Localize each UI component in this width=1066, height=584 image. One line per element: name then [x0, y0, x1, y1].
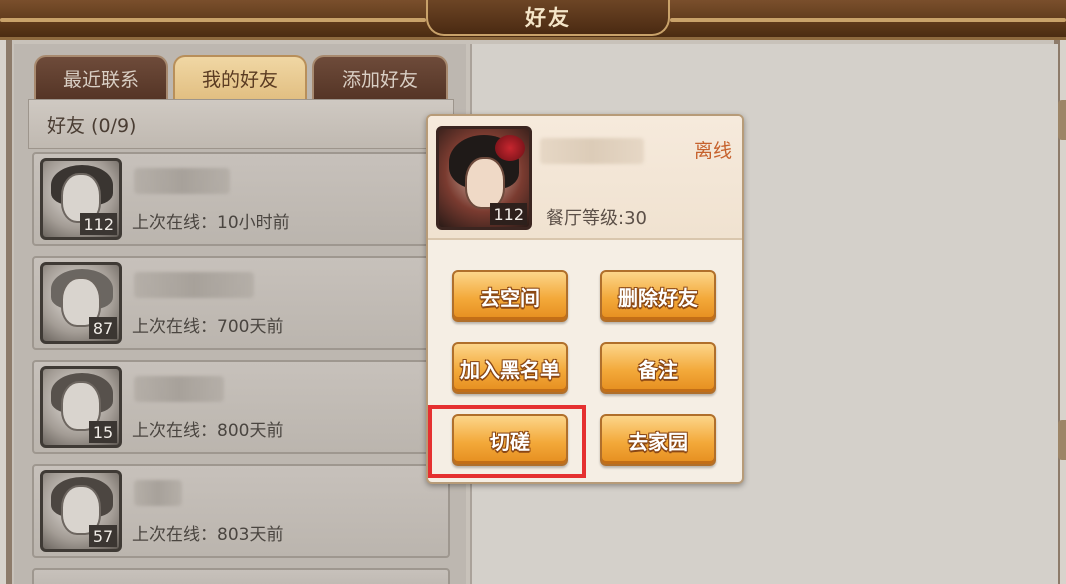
visit-home-button[interactable]: 去家园 — [600, 414, 716, 466]
friend-avatar[interactable]: 112 — [40, 158, 122, 240]
window-title: 好友 — [525, 6, 571, 30]
friend-list-item[interactable]: 87 上次在线：700天前 — [32, 256, 450, 350]
popup-profile-section: 112 离线 餐厅等级:30 — [428, 116, 742, 240]
friend-name-redacted — [134, 480, 182, 506]
popup-name-redacted — [540, 138, 644, 164]
friend-count-header: 好友 (0/9) — [28, 99, 454, 149]
highlight-box — [428, 405, 586, 478]
friend-avatar[interactable]: 57 — [40, 470, 122, 552]
friend-count-label: 好友 (0/9) — [47, 114, 137, 137]
add-blacklist-button[interactable]: 加入黑名单 — [452, 342, 568, 394]
friend-avatar[interactable]: 87 — [40, 262, 122, 344]
restaurant-level: 餐厅等级:30 — [546, 208, 647, 229]
friend-avatar[interactable]: 15 — [40, 366, 122, 448]
tab-recent-contacts[interactable]: 最近联系 — [34, 55, 168, 99]
friend-name-redacted — [134, 272, 254, 298]
title-bar: 好友 — [0, 0, 1066, 40]
note-button[interactable]: 备注 — [600, 342, 716, 394]
friend-list-item[interactable]: 112 上次在线：10小时前 — [32, 152, 450, 246]
friend-name-redacted — [134, 376, 224, 402]
friend-level-badge: 87 — [89, 317, 117, 339]
visit-space-button[interactable]: 去空间 — [452, 270, 568, 322]
rose-icon — [495, 135, 525, 161]
friend-last-online: 上次在线：803天前 — [132, 525, 284, 545]
side-ornament — [1058, 100, 1066, 140]
delete-friend-button[interactable]: 删除好友 — [600, 270, 716, 322]
popup-level-badge: 112 — [490, 203, 527, 225]
friend-last-online: 上次在线：800天前 — [132, 421, 284, 441]
friend-last-online: 上次在线：700天前 — [132, 317, 284, 337]
title-plate: 好友 — [426, 0, 670, 36]
online-status: 离线 — [693, 140, 732, 162]
title-bar-ornament — [670, 18, 1066, 22]
friend-list-item[interactable]: 57 上次在线：803天前 — [32, 464, 450, 558]
friend-last-online: 上次在线：10小时前 — [132, 213, 290, 233]
friend-name-redacted — [134, 168, 230, 194]
popup-avatar: 112 — [436, 126, 532, 230]
title-bar-ornament — [0, 18, 426, 22]
side-ornament — [1058, 420, 1066, 460]
friend-level-badge: 15 — [89, 421, 117, 443]
friend-level-badge: 57 — [89, 525, 117, 547]
avatar-face — [465, 157, 505, 209]
tab-add-friend[interactable]: 添加好友 — [312, 55, 448, 99]
friend-list-item[interactable]: 15 上次在线：800天前 — [32, 360, 450, 454]
tab-my-friends[interactable]: 我的好友 — [173, 55, 307, 99]
friend-list-item[interactable] — [32, 568, 450, 584]
friend-level-badge: 112 — [80, 213, 117, 235]
